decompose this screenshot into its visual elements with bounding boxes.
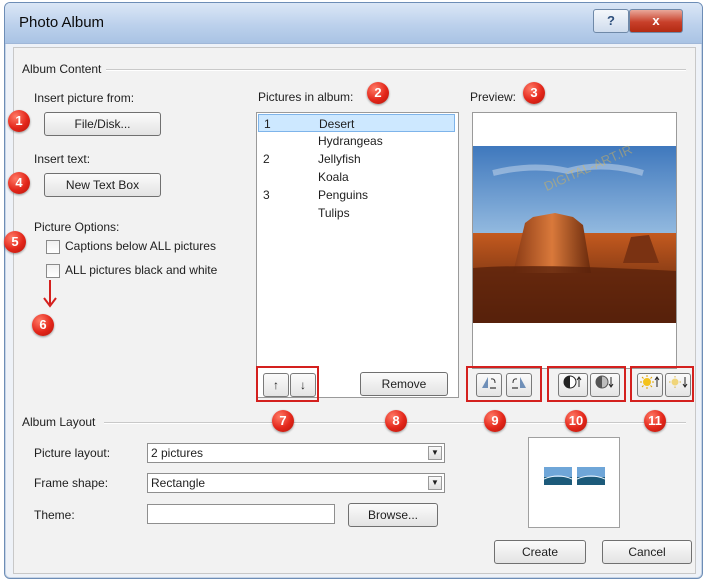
- captions-checkbox[interactable]: [46, 240, 60, 254]
- chevron-down-icon[interactable]: ▼: [428, 446, 442, 460]
- cancel-button-label: Cancel: [628, 545, 666, 559]
- contrast-up-icon: [563, 375, 582, 389]
- picture-layout-value: 2 pictures: [151, 446, 204, 460]
- list-item[interactable]: 2 Jellyfish: [258, 150, 455, 168]
- list-item[interactable]: Tulips: [258, 204, 455, 222]
- brightness-down-icon: [669, 376, 688, 388]
- rotate-right-button[interactable]: [506, 373, 532, 397]
- brightness-buttons-highlight: [630, 366, 694, 402]
- annotation-badge-3: 3: [523, 82, 545, 104]
- rotate-left-icon: [482, 377, 496, 389]
- insert-picture-label: Insert picture from:: [34, 91, 135, 105]
- reorder-buttons-highlight: ↑ ↓: [256, 366, 319, 402]
- annotation-badge-6: 6: [32, 314, 54, 336]
- pictures-listbox[interactable]: 1 Desert Hydrangeas 2 Jellyfish Koala 3 …: [256, 112, 459, 398]
- layout-preview: [528, 437, 620, 528]
- move-down-button[interactable]: ↓: [290, 373, 316, 397]
- black-white-checkbox-label[interactable]: ALL pictures black and white: [65, 263, 217, 277]
- list-item-number: 2: [263, 152, 270, 166]
- window-title: Photo Album: [19, 14, 105, 31]
- theme-field[interactable]: [147, 504, 335, 524]
- chevron-down-icon[interactable]: ▼: [428, 476, 442, 490]
- album-content-group-label: Album Content: [22, 62, 102, 76]
- list-item[interactable]: 3 Penguins: [258, 186, 455, 204]
- new-text-box-button-label: New Text Box: [65, 178, 140, 192]
- file-disk-button-label: File/Disk...: [74, 117, 131, 131]
- contrast-up-button[interactable]: [558, 373, 588, 397]
- help-button[interactable]: ?: [593, 9, 629, 33]
- frame-shape-select[interactable]: Rectangle ▼: [147, 473, 445, 493]
- brightness-down-button[interactable]: [665, 373, 691, 397]
- annotation-badge-2: 2: [367, 82, 389, 104]
- rotate-right-icon: [512, 377, 526, 389]
- contrast-buttons-highlight: [547, 366, 626, 402]
- picture-layout-select[interactable]: 2 pictures ▼: [147, 443, 445, 463]
- theme-label: Theme:: [34, 508, 75, 522]
- arrow-down-annotation: [43, 280, 57, 308]
- annotation-badge-4: 4: [8, 172, 30, 194]
- brightness-up-button[interactable]: [637, 373, 663, 397]
- browse-button[interactable]: Browse...: [348, 503, 438, 527]
- list-item-name: Penguins: [318, 188, 369, 202]
- close-icon: x: [652, 13, 660, 28]
- frame-shape-label: Frame shape:: [34, 476, 109, 490]
- rotate-left-button[interactable]: [476, 373, 502, 397]
- desert-preview-image: DIGITAL-ART.IR: [473, 113, 676, 368]
- annotation-badge-7: 7: [272, 410, 294, 432]
- remove-button-label: Remove: [381, 377, 427, 391]
- create-button[interactable]: Create: [494, 540, 586, 564]
- remove-button[interactable]: Remove: [360, 372, 448, 396]
- brightness-up-icon: [640, 375, 660, 389]
- contrast-down-icon: [595, 375, 614, 389]
- browse-button-label: Browse...: [367, 508, 418, 522]
- preview-label: Preview:: [470, 90, 517, 104]
- title-bar[interactable]: Photo Album ? x: [5, 3, 702, 44]
- file-disk-button[interactable]: File/Disk...: [44, 112, 161, 136]
- picture-layout-label: Picture layout:: [34, 446, 111, 460]
- list-item-number: 3: [263, 188, 270, 202]
- preview-pane: DIGITAL-ART.IR: [472, 112, 677, 369]
- album-layout-group-label: Album Layout: [22, 415, 96, 429]
- list-item[interactable]: 1 Desert: [258, 114, 455, 132]
- frame-shape-value: Rectangle: [151, 476, 206, 490]
- list-item-name: Koala: [318, 170, 349, 184]
- annotation-badge-10: 10: [565, 410, 587, 432]
- annotation-badge-5: 5: [4, 231, 26, 253]
- insert-text-label: Insert text:: [34, 152, 91, 166]
- cancel-button[interactable]: Cancel: [602, 540, 692, 564]
- annotation-badge-8: 8: [385, 410, 407, 432]
- annotation-badge-11: 11: [644, 410, 666, 432]
- black-white-checkbox[interactable]: [46, 264, 60, 278]
- help-icon: ?: [607, 13, 615, 28]
- close-button[interactable]: x: [629, 9, 683, 33]
- picture-options-label: Picture Options:: [34, 220, 120, 234]
- dialog-body: Album Content Insert picture from: File/…: [13, 47, 696, 574]
- captions-checkbox-label[interactable]: Captions below ALL pictures: [65, 239, 216, 253]
- album-content-divider: [106, 69, 686, 71]
- rotate-buttons-highlight: [466, 366, 542, 402]
- list-item-name: Jellyfish: [318, 152, 361, 166]
- contrast-down-button[interactable]: [590, 373, 620, 397]
- arrow-down-icon: ↓: [300, 378, 306, 392]
- layout-thumbnail-1: [544, 467, 572, 485]
- move-up-button[interactable]: ↑: [263, 373, 289, 397]
- list-item[interactable]: Hydrangeas: [258, 132, 455, 150]
- photo-album-dialog: Photo Album ? x Album Content Insert pic…: [4, 2, 703, 579]
- new-text-box-button[interactable]: New Text Box: [44, 173, 161, 197]
- pictures-in-album-label: Pictures in album:: [258, 90, 354, 104]
- list-item[interactable]: Koala: [258, 168, 455, 186]
- annotation-badge-9: 9: [484, 410, 506, 432]
- layout-thumbnail-2: [577, 467, 605, 485]
- list-item-name: Desert: [319, 117, 355, 131]
- list-item-number: 1: [264, 117, 271, 131]
- list-item-name: Hydrangeas: [318, 134, 383, 148]
- create-button-label: Create: [521, 545, 559, 559]
- list-item-name: Tulips: [318, 206, 350, 220]
- arrow-up-icon: ↑: [273, 378, 279, 392]
- annotation-badge-1: 1: [8, 110, 30, 132]
